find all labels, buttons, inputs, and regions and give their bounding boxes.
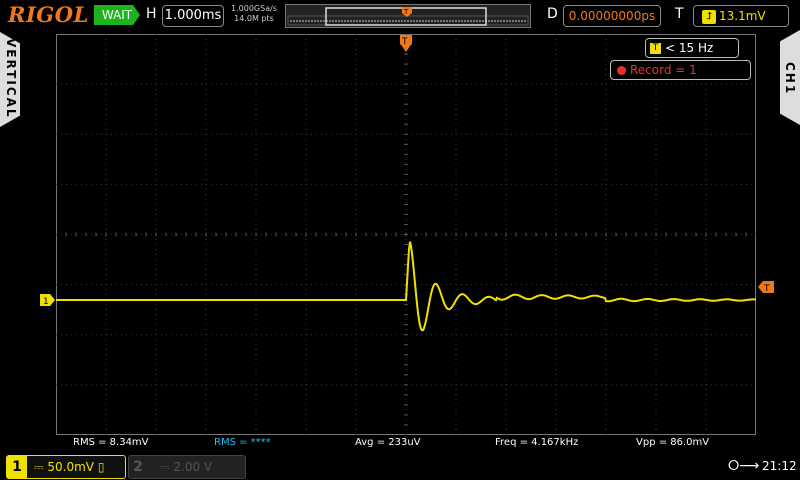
record-count: Record = 1 xyxy=(630,63,697,77)
system-clock: 21:12 xyxy=(762,459,797,473)
ch2-scale: ⎓ 2.00 V xyxy=(160,456,212,478)
ch2-scale-value: 2.00 V xyxy=(173,460,213,474)
trigger-frequency-counter: T < 15 Hz xyxy=(645,38,739,58)
trigger-level-marker[interactable]: T xyxy=(758,281,774,293)
overview-trigger-letter: T xyxy=(403,8,409,16)
sample-info: 1.000GSa/s 14.0M pts xyxy=(228,4,280,24)
waveform-display[interactable]: T xyxy=(56,34,756,435)
ch1-offset-label: 1 xyxy=(43,297,49,306)
trigger-label: T xyxy=(675,6,684,22)
vertical-menu-tab[interactable]: VERTICAL xyxy=(0,32,20,127)
measurement-rms-ch2[interactable]: RMS = **** xyxy=(214,437,271,448)
memory-waveform-overview: T xyxy=(285,4,531,28)
timebase-value[interactable]: 1.000ms xyxy=(162,5,224,27)
record-dot-icon xyxy=(617,66,626,75)
record-status: Record = 1 xyxy=(610,60,751,80)
measurement-avg[interactable]: Avg = 233uV xyxy=(355,437,421,448)
usb-icon: ⭘⟶ xyxy=(728,458,760,474)
measurement-rms-ch1[interactable]: RMS = 8.34mV xyxy=(73,437,149,448)
trigger-position-letter: T xyxy=(401,37,408,47)
trigger-settings[interactable]: ⮥ 13.1mV xyxy=(693,5,789,27)
sample-rate: 1.000GSa/s xyxy=(231,4,277,13)
channel-tab-label: CH1 xyxy=(783,62,797,96)
horizontal-delay-value[interactable]: 0.00000000ps xyxy=(563,5,661,27)
channel-menu-tab[interactable]: CH1 xyxy=(780,30,800,125)
trigger-t-icon: T xyxy=(650,43,661,54)
acquisition-status-badge[interactable]: WAIT xyxy=(94,5,140,25)
measurement-freq[interactable]: Freq = 4.167kHz xyxy=(495,437,578,448)
vertical-tab-label: VERTICAL xyxy=(4,38,18,119)
measurement-vpp[interactable]: Vpp = 86.0mV xyxy=(636,437,709,448)
ch2-dc-coupling-icon: ⎓ xyxy=(160,460,174,474)
frequency-counter-value: < 15 Hz xyxy=(665,41,714,55)
delay-label: D xyxy=(547,6,558,22)
measurement-bar: RMS = 8.34mV RMS = **** Avg = 233uV Freq… xyxy=(56,437,756,451)
ch2-number: 2 xyxy=(133,459,143,475)
ch1-offset-marker[interactable]: 1 xyxy=(40,294,56,306)
trigger-level-value: 13.1mV xyxy=(719,9,766,23)
dc-coupling-icon: ⎓ xyxy=(34,460,48,474)
trigger-level-letter: T xyxy=(763,284,770,293)
ch1-scale: ⎓ 50.0mV ▯ xyxy=(34,456,104,478)
ch1-number: 1 xyxy=(7,456,27,478)
rising-edge-icon: ⮥ xyxy=(702,9,716,24)
memory-depth: 14.0M pts xyxy=(234,14,274,23)
horizontal-label: H xyxy=(146,6,157,22)
ch1-scale-value: 50.0mV xyxy=(47,460,95,474)
bandwidth-limit-icon: ▯ xyxy=(94,460,105,474)
overview-waveform: T xyxy=(287,7,529,26)
rigol-logo: RIGOL xyxy=(8,2,89,27)
